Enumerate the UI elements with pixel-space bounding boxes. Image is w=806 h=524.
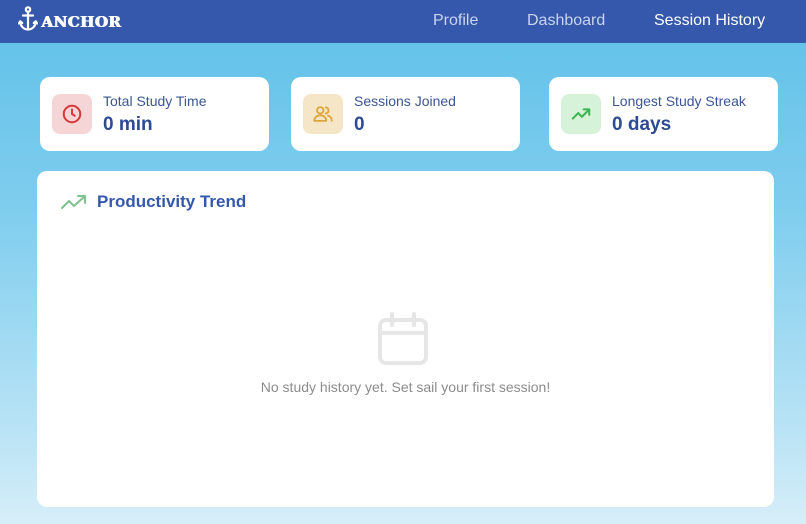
stat-value: 0 days [612, 114, 672, 135]
anchor-icon [17, 6, 39, 37]
stat-card-longest-study-streak: Longest Study Streak 0 days [549, 77, 778, 151]
stat-card-sessions-joined: Sessions Joined 0 [291, 77, 520, 151]
users-icon [303, 94, 343, 134]
nav-link-session-history[interactable]: Session History [654, 12, 765, 30]
top-navbar: ANCHOR Profile Dashboard Session History [0, 0, 806, 43]
productivity-trend-panel: Productivity Trend No study history yet.… [37, 171, 774, 507]
trending-up-icon [561, 94, 601, 134]
nav-link-profile[interactable]: Profile [433, 12, 478, 30]
trending-up-icon [61, 192, 87, 212]
stat-label: Longest Study Streak [612, 93, 746, 109]
stat-value: 0 min [103, 114, 153, 135]
stat-card-total-study-time: Total Study Time 0 min [40, 77, 269, 151]
stat-label: Total Study Time [103, 93, 207, 109]
logo-text: ANCHOR [41, 12, 121, 31]
stat-label: Sessions Joined [354, 93, 456, 109]
clock-icon [52, 94, 92, 134]
panel-title: Productivity Trend [97, 192, 247, 211]
empty-state-message: No study history yet. Set sail your firs… [260, 379, 551, 395]
calendar-icon [377, 312, 429, 366]
nav-link-dashboard[interactable]: Dashboard [527, 12, 605, 30]
stat-value: 0 [354, 114, 365, 135]
anchor-logo[interactable]: ANCHOR [17, 6, 121, 37]
